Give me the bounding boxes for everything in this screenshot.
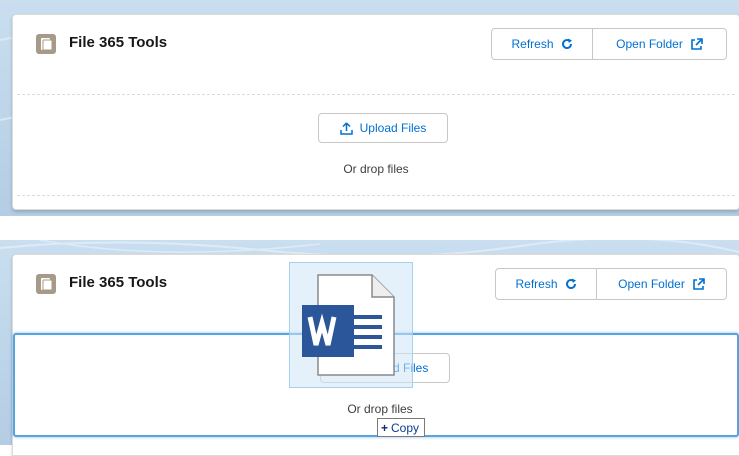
copy-label: Copy <box>391 420 420 435</box>
card-title: File 365 Tools <box>69 274 168 291</box>
refresh-button[interactable]: Refresh <box>492 29 593 59</box>
external-link-icon <box>691 37 703 50</box>
upload-files-button[interactable]: Upload Files <box>318 113 448 143</box>
upload-icon <box>339 121 353 135</box>
refresh-button[interactable]: Refresh <box>496 269 597 299</box>
open-folder-button[interactable]: Open Folder <box>597 269 726 299</box>
card-header: File 365 Tools Refresh Open Folder <box>13 15 739 77</box>
file-app-icon <box>36 274 56 294</box>
header-button-group: Refresh Open Folder <box>495 268 727 300</box>
refresh-icon <box>565 278 576 290</box>
upload-files-label: Upload Files <box>359 121 427 135</box>
external-link-icon <box>693 277 705 290</box>
plus-icon: + <box>381 420 389 435</box>
refresh-icon <box>561 38 572 50</box>
drop-hint: Or drop files <box>347 402 413 416</box>
refresh-label: Refresh <box>515 277 558 291</box>
open-folder-label: Open Folder <box>618 277 685 291</box>
refresh-label: Refresh <box>511 37 554 51</box>
header-button-group: Refresh Open Folder <box>491 28 727 60</box>
word-document-icon <box>302 274 395 376</box>
file-app-icon <box>36 34 56 54</box>
file365-tools-card: File 365 Tools Refresh Open Folder Uploa… <box>12 14 739 210</box>
dragged-file-ghost <box>289 262 413 388</box>
file-drop-zone[interactable]: Upload Files Or drop files <box>17 94 735 196</box>
copy-drop-tooltip: + Copy <box>377 418 426 437</box>
open-folder-button[interactable]: Open Folder <box>593 29 726 59</box>
drop-hint: Or drop files <box>343 162 409 176</box>
card-title: File 365 Tools <box>69 34 168 51</box>
open-folder-label: Open Folder <box>616 37 683 51</box>
